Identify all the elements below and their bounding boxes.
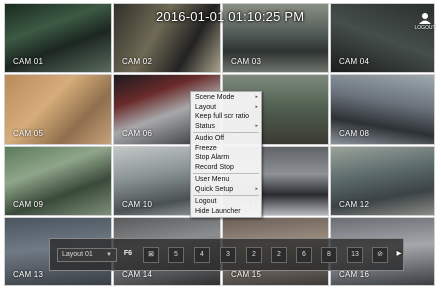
menu-item[interactable]: Scene Mode ▸ [191,93,261,103]
launcher-button[interactable]: 4 [194,247,210,263]
fast-forward-button[interactable]: F6 [120,247,136,263]
menu-divider [193,195,259,196]
menu-item-label: Freeze [195,144,217,152]
user-icon [419,13,431,24]
date-time-display: 2016-01-01 01:10:25 PM [156,9,305,24]
menu-item[interactable]: User Menu [191,175,261,185]
layout-select[interactable]: Layout 01 ▼ [57,248,117,262]
camera-label: CAM 04 [339,57,370,66]
logout-label: LOGOUT [414,25,436,31]
launcher-button[interactable]: 6 [296,247,312,263]
submenu-arrow-icon: ▸ [255,122,258,129]
menu-item-label: User Menu [195,176,230,183]
launcher-button[interactable]: 3 [220,247,236,263]
camera-tile[interactable]: CAM 05 [4,74,112,145]
menu-item-label: Hide Launcher [195,207,241,215]
menu-divider [193,132,259,133]
launcher-button[interactable]: ⊘ [372,247,388,263]
context-menu: Scene Mode ▸ Layout ▸ Keep full scr ratio Sta… [190,91,262,218]
camera-tile[interactable]: CAM 12 [330,146,435,216]
menu-item[interactable]: Stop Alarm [191,153,261,163]
camera-label: CAM 08 [339,129,370,138]
camera-label: CAM 15 [231,270,262,279]
layout-select-value: Layout 01 [62,251,93,258]
menu-item-label: Logout [195,198,217,205]
submenu-arrow-icon: ▸ [255,103,258,110]
launcher-button[interactable]: 8 [321,247,337,263]
menu-item-label: Keep full scr ratio [195,113,250,120]
menu-item-label: Scene Mode [195,94,235,101]
nvr-live-view: CAM 01CAM 02CAM 03CAM 04CAM 05CAM 0607CA… [0,0,441,292]
camera-label: CAM 05 [13,129,44,138]
camera-tile[interactable]: CAM 08 [330,74,435,145]
launcher-bar: Layout 01 ▼ F6 ⊠ 5 4 3 2 2 6 8 13 ⊘ [49,238,404,271]
launcher-button[interactable]: 2 [246,247,262,263]
menu-item[interactable]: Logout [191,197,261,207]
submenu-arrow-icon: ▸ [255,185,258,192]
menu-item[interactable]: Record Stop [191,163,261,173]
camera-label: CAM 03 [231,57,262,66]
menu-item[interactable]: Keep full scr ratio [191,112,261,122]
menu-item[interactable]: Status ▸ [191,122,261,132]
menu-item[interactable]: Hide Launcher [191,207,261,217]
launcher-button[interactable]: 2 [271,247,287,263]
launcher-button[interactable]: ⊠ [143,247,159,263]
chevron-right-icon[interactable]: ▸ [394,247,404,261]
menu-item-label: Record Stop [195,163,234,171]
camera-label: CAM 06 [122,129,153,138]
menu-item[interactable]: Quick Setup ▸ [191,185,261,195]
launcher-button[interactable]: 13 [347,247,363,263]
camera-label: CAM 14 [122,270,153,279]
camera-label: CAM 01 [13,57,44,66]
menu-item[interactable]: Layout ▸ [191,103,261,113]
logout-button[interactable]: LOGOUT [412,12,438,36]
chevron-down-icon: ▼ [106,252,112,258]
launcher-button[interactable]: 5 [168,247,184,263]
camera-label: CAM 12 [339,200,370,209]
camera-tile[interactable]: CAM 01 [4,3,112,73]
menu-item-label: Stop Alarm [195,154,230,161]
submenu-arrow-icon: ▸ [255,94,258,100]
menu-item[interactable]: Audio Off [191,134,261,144]
menu-divider [193,173,259,174]
camera-label: CAM 09 [13,200,44,209]
menu-item-label: Audio Off [195,135,225,142]
camera-label: CAM 02 [122,57,153,66]
camera-label: CAM 13 [13,270,44,279]
camera-label: CAM 10 [122,200,153,209]
camera-label: CAM 16 [339,270,370,279]
menu-item-label: Status [195,122,215,130]
menu-item-label: Layout [195,103,217,111]
menu-item[interactable]: Freeze [191,144,261,154]
camera-tile[interactable]: CAM 09 [4,146,112,216]
menu-item-label: Quick Setup [195,185,234,193]
